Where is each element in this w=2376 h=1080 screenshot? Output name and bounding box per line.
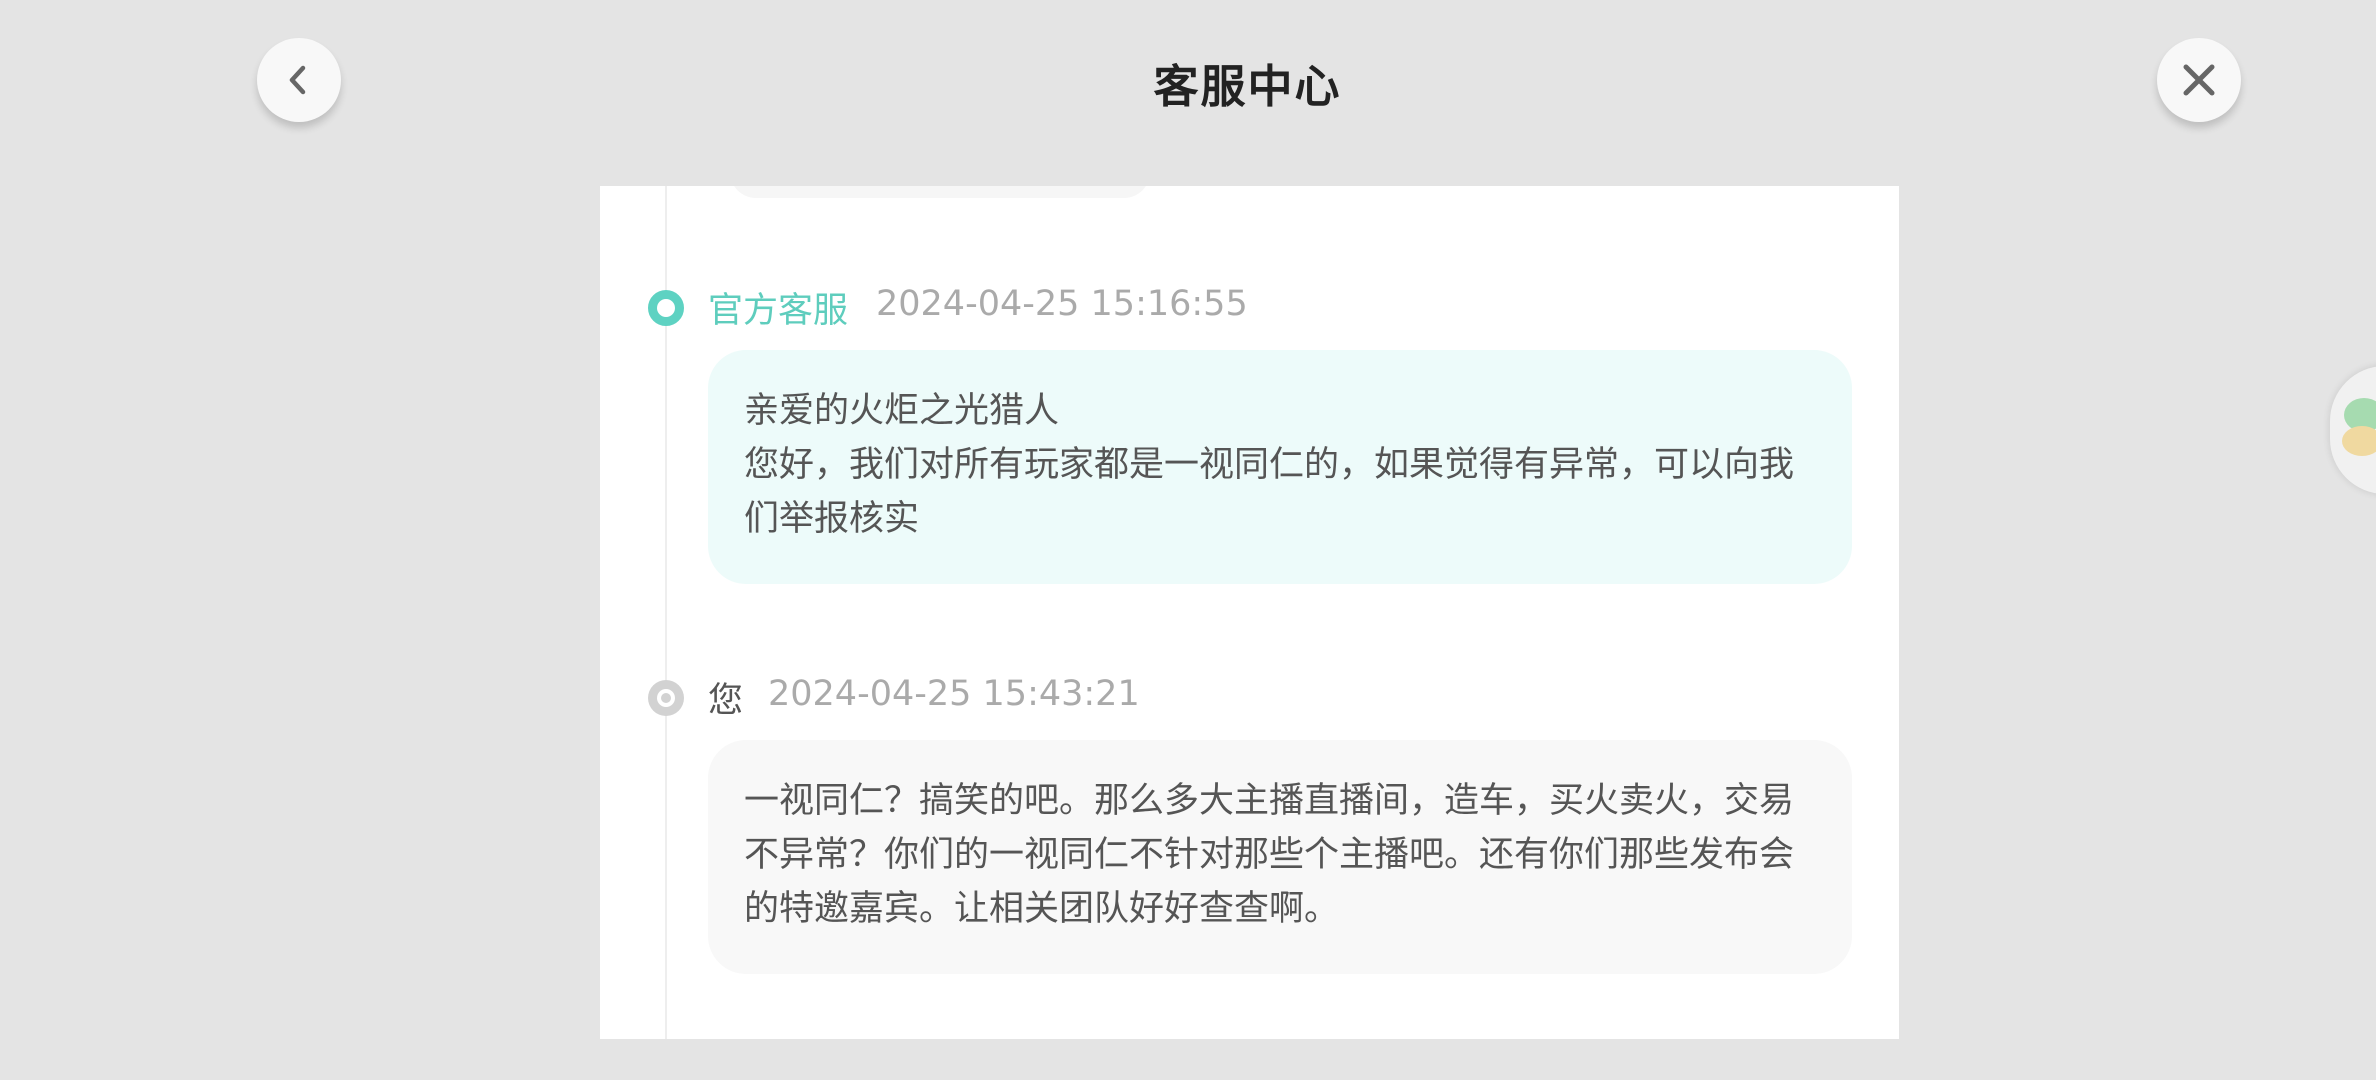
page-title: 客服中心 bbox=[1153, 60, 1342, 113]
user-message-bubble: 一视同仁？搞笑的吧。那么多大主播直播间，造车，买火卖火，交易不异常？你们的一视同… bbox=[708, 740, 1852, 974]
message-panel[interactable]: 官方客服 2024-04-25 15:16:55 亲爱的火炬之光猎人 您好，我们… bbox=[600, 186, 1899, 1039]
close-button[interactable] bbox=[2157, 38, 2241, 122]
message-sender: 您 bbox=[708, 681, 744, 721]
message-time: 2024-04-25 15:43:21 bbox=[768, 674, 1140, 714]
message-sender: 官方客服 bbox=[708, 291, 849, 331]
agent-message-bubble: 亲爱的火炬之光猎人 您好，我们对所有玩家都是一视同仁的，如果觉得有异常，可以向我… bbox=[708, 350, 1852, 584]
user-timeline-dot bbox=[648, 680, 684, 716]
close-icon bbox=[2183, 64, 2215, 96]
message-line: 亲爱的火炬之光猎人 bbox=[744, 391, 1060, 431]
message-time: 2024-04-25 15:16:55 bbox=[876, 284, 1248, 324]
floating-assistant-button[interactable] bbox=[2330, 366, 2376, 494]
message-line: 您好，我们对所有玩家都是一视同仁的，如果觉得有异常，可以向我们举报核实 bbox=[744, 445, 1795, 539]
previous-message-bubble bbox=[730, 186, 1150, 198]
agent-timeline-dot bbox=[648, 290, 684, 326]
message-line: 一视同仁？搞笑的吧。那么多大主播直播间，造车，买火卖火，交易不异常？你们的一视同… bbox=[744, 781, 1795, 929]
assistant-logo-icon-part bbox=[2342, 426, 2376, 456]
